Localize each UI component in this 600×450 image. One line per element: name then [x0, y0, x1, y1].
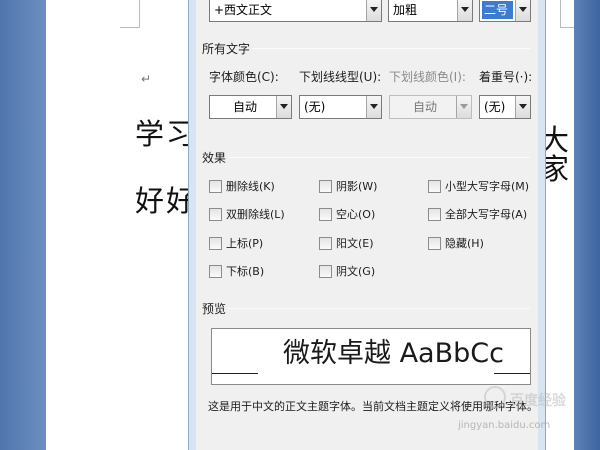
checkbox-box[interactable] — [428, 179, 441, 193]
chevron-down-icon[interactable] — [366, 96, 381, 118]
checkbox-shadow[interactable]: 阴影(W) — [319, 178, 377, 194]
document-right-margin — [574, 0, 600, 450]
section-separator — [228, 157, 530, 158]
underline-color-label: 下划线颜色(I): — [389, 70, 466, 84]
preview-sample-text: 微软卓越 AaBbCc — [283, 338, 504, 369]
font-color-label: 字体颜色(C): — [209, 70, 279, 84]
checkbox-label: 上标(P) — [226, 237, 264, 250]
section-title-all-text: 所有文字 — [202, 42, 251, 56]
font-color-select[interactable]: 自动 — [209, 95, 292, 119]
checkbox-box[interactable] — [319, 236, 332, 250]
checkbox-emboss[interactable]: 阳文(E) — [319, 235, 374, 251]
emphasis-mark-label: 着重号(·): — [479, 70, 533, 84]
document-text-line-1-tail: 大家 — [540, 123, 572, 186]
watermark-url: jingyan.baidu.com — [458, 420, 551, 431]
section-title-preview: 预览 — [202, 302, 227, 316]
checkbox-label: 阴文(G) — [336, 265, 376, 278]
chevron-down-icon[interactable] — [366, 0, 381, 21]
checkbox-label: 双删除线(L) — [226, 208, 285, 221]
font-select-value: +西文正文 — [214, 3, 273, 17]
document-left-margin — [0, 0, 46, 450]
checkbox-box[interactable] — [319, 264, 332, 278]
font-size-select[interactable]: 二号 — [479, 0, 531, 22]
section-separator — [252, 48, 530, 49]
checkbox-label: 删除线(K) — [226, 180, 275, 193]
paragraph-mark-icon: ↵ — [141, 72, 152, 86]
checkbox-hidden[interactable]: 隐藏(H) — [428, 235, 484, 251]
font-select[interactable]: +西文正文 — [209, 0, 382, 22]
checkbox-label: 全部大写字母(A) — [445, 208, 528, 221]
font-color-value: 自动 — [232, 100, 257, 114]
chevron-down-icon[interactable] — [515, 0, 530, 21]
checkbox-box[interactable] — [209, 264, 222, 278]
font-style-select[interactable]: 加粗 — [388, 0, 473, 22]
underline-color-value: 自动 — [412, 100, 437, 114]
checkbox-superscript[interactable]: 上标(P) — [209, 235, 263, 251]
preview-baseline-right — [494, 373, 530, 374]
emphasis-mark-select[interactable]: (无) — [479, 95, 531, 119]
checkbox-box[interactable] — [209, 236, 222, 250]
checkbox-strikethrough[interactable]: 删除线(K) — [209, 178, 275, 194]
checkbox-label: 阳文(E) — [336, 237, 374, 250]
checkbox-box[interactable] — [319, 207, 332, 221]
section-separator — [228, 308, 530, 309]
checkbox-small-caps[interactable]: 小型大写字母(M) — [428, 178, 529, 194]
checkbox-subscript[interactable]: 下标(B) — [209, 263, 264, 279]
checkbox-label: 隐藏(H) — [445, 237, 484, 250]
checkbox-label: 空心(O) — [336, 208, 376, 221]
page-corner-mark-right — [560, 0, 574, 28]
checkbox-engrave[interactable]: 阴文(G) — [319, 263, 375, 279]
underline-type-select[interactable]: (无) — [299, 95, 382, 119]
page-corner-mark-left — [120, 0, 140, 28]
chevron-down-icon[interactable] — [276, 96, 291, 118]
underline-color-select: 自动 — [389, 95, 472, 119]
chevron-down-icon[interactable] — [457, 0, 472, 21]
checkbox-label: 阴影(W) — [336, 180, 378, 193]
checkbox-label: 小型大写字母(M) — [445, 180, 530, 193]
checkbox-box[interactable] — [319, 179, 332, 193]
checkbox-box[interactable] — [209, 207, 222, 221]
watermark-text: 百度经验 — [510, 393, 566, 409]
checkbox-box[interactable] — [428, 207, 441, 221]
baidu-jingyan-watermark: 百度经验 — [484, 384, 580, 424]
checkbox-label: 下标(B) — [226, 265, 265, 278]
chevron-down-icon — [456, 96, 471, 118]
checkbox-outline[interactable]: 空心(O) — [319, 206, 375, 222]
checkbox-all-caps[interactable]: 全部大写字母(A) — [428, 206, 527, 222]
underline-type-label: 下划线线型(U): — [299, 70, 382, 84]
checkbox-box[interactable] — [428, 236, 441, 250]
chevron-down-icon[interactable] — [515, 96, 530, 118]
baidu-paw-logo-icon — [484, 386, 506, 408]
preview-baseline-left — [212, 373, 258, 374]
section-title-effects: 效果 — [202, 151, 227, 165]
checkbox-box[interactable] — [209, 179, 222, 193]
checkbox-double-strikethrough[interactable]: 双删除线(L) — [209, 206, 285, 222]
